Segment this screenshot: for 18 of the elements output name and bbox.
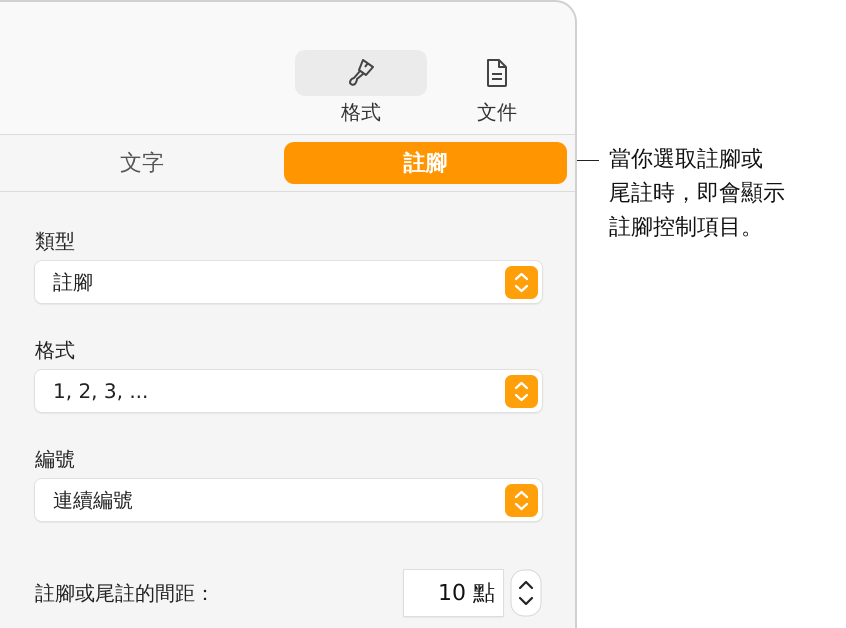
spacing-label: 註腳或尾註的間距： <box>35 580 216 606</box>
spacing-field[interactable]: 10 點 <box>404 570 503 616</box>
popup-menu[interactable]: 1, 2, 3, ... <box>35 370 542 412</box>
chevron-up-down-icon <box>505 374 538 408</box>
leader-line <box>577 160 599 161</box>
chevron-up-down-icon <box>505 484 538 516</box>
toolbar-button[interactable]: 文件 <box>431 50 563 126</box>
paintbrush-icon <box>346 57 376 89</box>
callout-text: 當你選取註腳或 尾註時，即會顯示 註腳控制項目。 <box>609 146 785 242</box>
field-label: 編號 <box>35 446 76 473</box>
field-label: 格式 <box>35 337 76 364</box>
popup-menu[interactable]: 連續編號 <box>35 479 542 521</box>
document-icon <box>485 58 509 88</box>
chevron-up-down-icon <box>505 266 538 298</box>
tab[interactable]: 文字 <box>0 142 284 184</box>
popup-menu[interactable]: 註腳 <box>35 261 542 303</box>
stepper[interactable] <box>510 569 542 617</box>
field-label: 類型 <box>35 228 76 255</box>
